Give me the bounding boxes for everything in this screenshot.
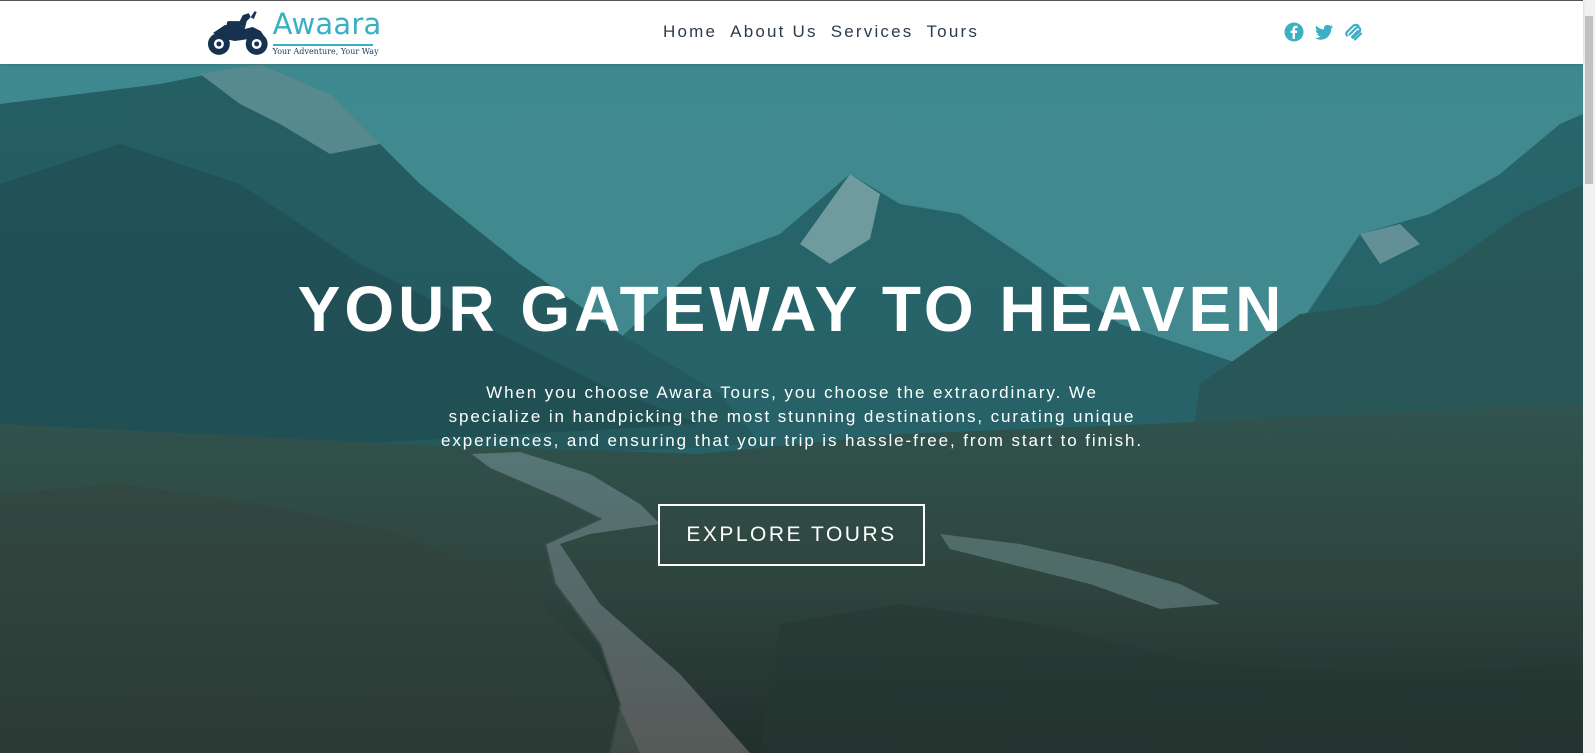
- logo-tagline: Your Adventure, Your Way: [272, 47, 379, 56]
- logo-underline: [272, 44, 373, 46]
- logo-name: Awaara: [272, 7, 382, 41]
- hero-title: YOUR GATEWAY TO HEAVEN: [297, 273, 1286, 345]
- scrollbar-thumb[interactable]: [1585, 16, 1593, 184]
- nav-tours[interactable]: Tours: [926, 22, 979, 42]
- logo[interactable]: Awaara Your Adventure, Your Way: [205, 7, 381, 59]
- nav-home[interactable]: Home: [663, 22, 717, 42]
- hero-section: YOUR GATEWAY TO HEAVEN When you choose A…: [0, 64, 1583, 753]
- site-header: Awaara Your Adventure, Your Way Home Abo…: [0, 0, 1583, 64]
- motorcycle-logo-icon: [207, 11, 268, 55]
- hero-description: When you choose Awara Tours, you choose …: [441, 383, 1143, 450]
- social-links: [1284, 22, 1364, 42]
- explore-tours-button[interactable]: EXPLORE TOURS: [658, 504, 925, 566]
- facebook-icon[interactable]: [1284, 22, 1304, 42]
- logo-text: Awaara Your Adventure, Your Way: [271, 7, 381, 57]
- twitter-icon[interactable]: [1314, 22, 1334, 42]
- page-scrollbar[interactable]: [1583, 0, 1595, 753]
- main-nav: Home About Us Services Tours: [663, 22, 979, 42]
- nav-services[interactable]: Services: [831, 22, 914, 42]
- nav-about-us[interactable]: About Us: [730, 22, 818, 42]
- squarespace-icon[interactable]: [1344, 22, 1364, 42]
